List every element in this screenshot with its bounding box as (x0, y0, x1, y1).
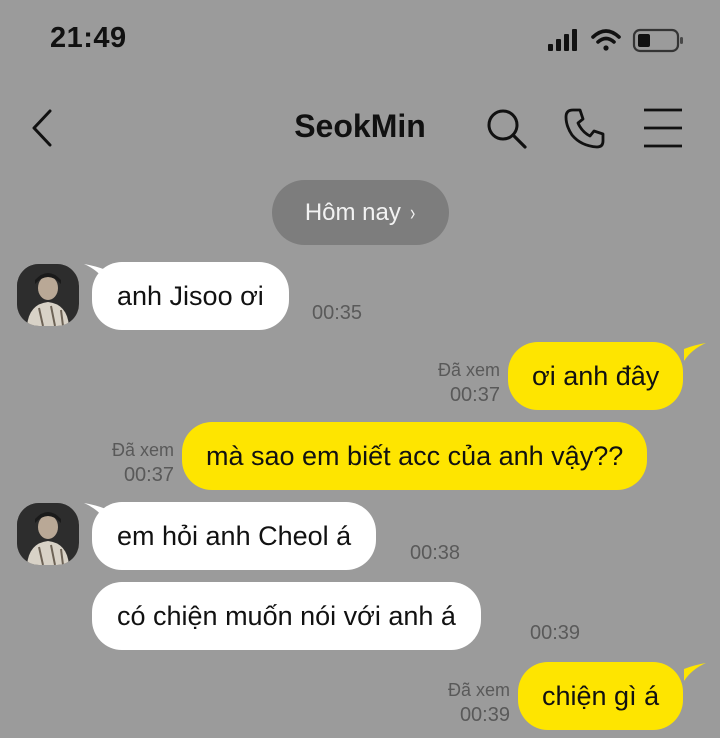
date-pill[interactable]: Hôm nay › (272, 180, 449, 245)
status-time: 21:49 (50, 22, 127, 54)
wifi-icon (591, 29, 621, 51)
message-time: 00:37 (449, 384, 500, 406)
message-bubble-incoming[interactable]: em hỏi anh Cheol á (92, 502, 377, 570)
bubble-tail (684, 343, 706, 361)
contact-name: SeokMin (294, 108, 426, 144)
avatar-photo (17, 503, 79, 565)
menu-icon[interactable] (641, 106, 685, 150)
avatar-photo (17, 264, 79, 326)
seen-status: Đã xem (447, 680, 510, 700)
message-bubble-incoming[interactable]: có chiện muốn nói với anh á (92, 582, 481, 650)
status-icons (548, 28, 683, 53)
avatar[interactable] (17, 264, 79, 326)
chevron-right-icon: › (409, 199, 416, 225)
message-time: 00:35 (312, 302, 363, 324)
back-icon[interactable] (26, 108, 66, 148)
message-time: 00:38 (410, 542, 461, 564)
message-bubble-outgoing[interactable]: chiện gì á (518, 662, 684, 730)
message-bubble-outgoing[interactable]: ơi anh đây (508, 342, 684, 410)
message-time: 00:39 (530, 622, 581, 644)
message-meta: Đã xem 00:39 (430, 678, 510, 728)
seen-status: Đã xem (111, 440, 174, 460)
message-meta: Đã xem 00:37 (420, 358, 500, 408)
seen-status: Đã xem (437, 360, 500, 380)
message-meta: Đã xem 00:37 (94, 438, 174, 488)
date-label: Hôm nay (304, 198, 401, 226)
search-icon[interactable] (484, 106, 528, 150)
signal-icon (548, 29, 577, 51)
message-bubble-outgoing[interactable]: mà sao em biết acc của anh vậy?? (182, 422, 648, 490)
message-time: 00:39 (459, 704, 510, 726)
message-bubble-incoming[interactable]: anh Jisoo ơi (92, 262, 289, 330)
phone-icon[interactable] (563, 106, 607, 150)
message-time: 00:37 (123, 464, 174, 486)
avatar[interactable] (17, 503, 79, 565)
battery-icon (632, 28, 683, 53)
bubble-tail (684, 663, 706, 681)
